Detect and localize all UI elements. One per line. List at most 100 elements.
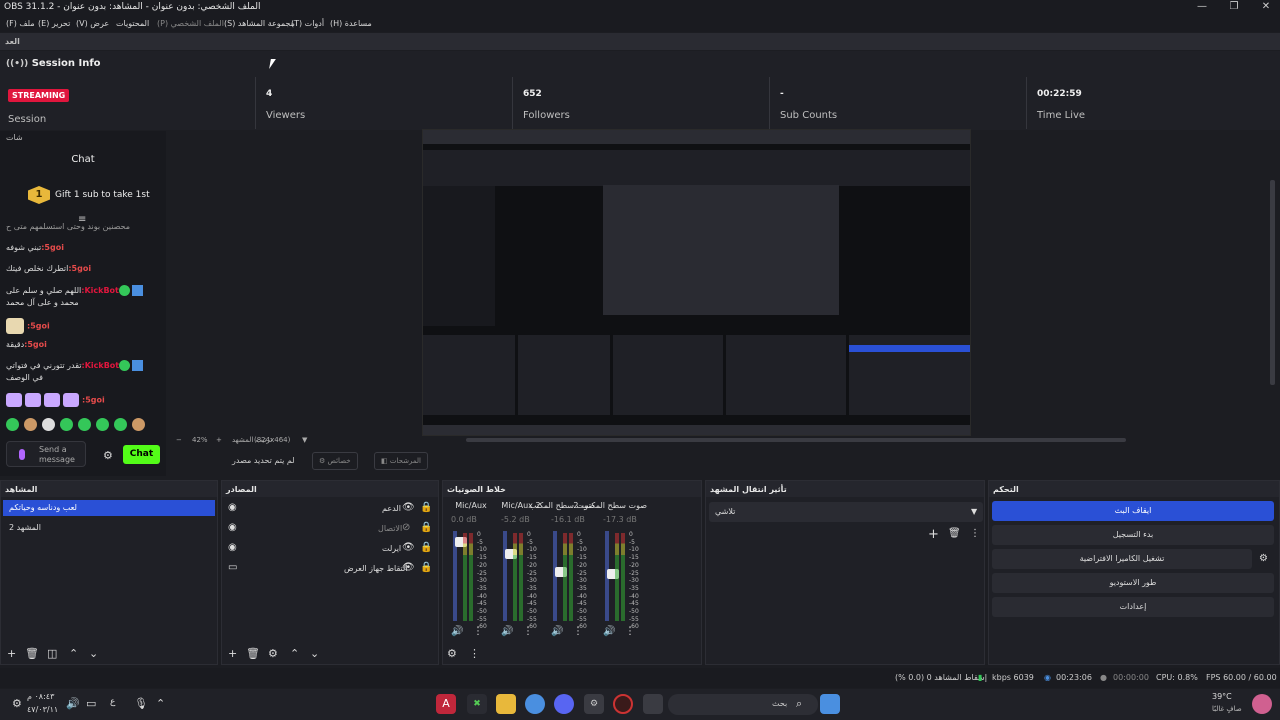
emote-icon[interactable]: [60, 418, 73, 431]
eye-hidden-icon[interactable]: ⊘: [402, 522, 410, 533]
emote-icon[interactable]: [24, 418, 37, 431]
lock-icon[interactable]: 🔒: [420, 502, 432, 513]
preview-horizontal-scrollbar[interactable]: [466, 438, 1126, 442]
volume-fader[interactable]: [503, 531, 517, 621]
mute-speaker-icon[interactable]: 🔊: [603, 626, 615, 637]
emote-icon[interactable]: [114, 418, 127, 431]
maximize-button[interactable]: ❐: [1218, 0, 1250, 16]
chat-username[interactable]: 5goi:: [24, 340, 47, 349]
scene-item[interactable]: المشهد 2: [9, 523, 41, 532]
virtual-camera-settings-gear-icon[interactable]: ⚙: [1259, 553, 1268, 564]
gift-sub-text[interactable]: Gift 1 sub to take 1st: [55, 190, 150, 200]
minimize-button[interactable]: —: [1186, 0, 1218, 16]
eye-icon[interactable]: 👁: [402, 502, 415, 513]
tray-overflow-icon[interactable]: ⌃: [156, 697, 165, 710]
xbox-icon[interactable]: ✖: [467, 694, 487, 714]
volume-icon[interactable]: 🔊: [66, 697, 80, 710]
source-item[interactable]: ايرلت: [382, 544, 401, 553]
mixer-advanced-icon[interactable]: ⚙: [447, 647, 457, 660]
menu-profile[interactable]: الملف الشخصي (P): [157, 19, 224, 28]
channel-menu-icon[interactable]: ⋮: [473, 626, 483, 637]
remove-source-icon[interactable]: 🗑: [246, 647, 260, 660]
obs-icon[interactable]: [613, 694, 633, 714]
scene-filters-icon[interactable]: ◫: [47, 647, 57, 660]
chat-send-button[interactable]: Chat: [123, 445, 160, 464]
studio-mode-button[interactable]: طور الاستوديو: [992, 573, 1274, 593]
mixer-menu-icon[interactable]: ⋮: [469, 647, 480, 660]
move-scene-up-icon[interactable]: ⌃: [69, 647, 78, 660]
scene-item[interactable]: لعب ودناسه وحياتكم: [3, 500, 215, 516]
lock-icon[interactable]: 🔒: [420, 542, 432, 553]
microphone-icon[interactable]: [19, 449, 25, 460]
move-scene-down-icon[interactable]: ⌄: [89, 647, 98, 660]
menu-docks[interactable]: المحتويات: [116, 19, 149, 28]
start-recording-button[interactable]: بدء التسجيل: [992, 525, 1274, 545]
channel-menu-icon[interactable]: ⋮: [573, 626, 583, 637]
preview-vertical-scrollbar[interactable]: [1270, 180, 1275, 385]
discord-icon[interactable]: [554, 694, 574, 714]
mute-speaker-icon[interactable]: 🔊: [501, 626, 513, 637]
channel-menu-icon[interactable]: ⋮: [625, 626, 635, 637]
input-language[interactable]: ع: [110, 697, 115, 707]
add-transition-icon[interactable]: +: [928, 527, 939, 542]
move-source-down-icon[interactable]: ⌄: [310, 647, 319, 660]
chat-username[interactable]: 5goi:: [27, 322, 50, 331]
emote-icon[interactable]: [96, 418, 109, 431]
move-source-up-icon[interactable]: ⌃: [290, 647, 299, 660]
app-icon-adobe[interactable]: A: [436, 694, 456, 714]
file-explorer-icon[interactable]: [496, 694, 516, 714]
emote-icon[interactable]: [42, 418, 55, 431]
start-virtual-camera-button[interactable]: تشغيل الكاميرا الافتراضية: [992, 549, 1252, 569]
source-item[interactable]: الاتصال: [378, 524, 402, 533]
settings-gear-icon[interactable]: ⚙: [12, 697, 22, 710]
clock-time[interactable]: ٠٨:٤٣ م: [27, 692, 54, 701]
program-preview[interactable]: [422, 129, 971, 436]
microphone-tray-icon[interactable]: 🎙: [134, 697, 148, 710]
chrome-icon[interactable]: [525, 694, 545, 714]
chat-username[interactable]: KickBot:: [81, 286, 119, 295]
emote-icon[interactable]: [6, 418, 19, 431]
app-window-icon[interactable]: [643, 694, 663, 714]
lock-icon[interactable]: 🔒: [420, 562, 432, 573]
add-scene-icon[interactable]: +: [7, 647, 16, 660]
chat-username[interactable]: 5goi:: [41, 243, 64, 252]
weather-temp[interactable]: 39°C: [1212, 692, 1232, 701]
resolution-dropdown-icon[interactable]: ▼: [302, 436, 307, 444]
transition-menu-icon[interactable]: ⋮: [970, 528, 980, 539]
weather-desc[interactable]: صافٍ غالبًا: [1212, 705, 1242, 713]
add-source-icon[interactable]: +: [228, 647, 237, 660]
lock-icon[interactable]: 🔒: [420, 522, 432, 533]
chat-username[interactable]: KickBot:: [81, 361, 119, 370]
zoom-in-icon[interactable]: +: [216, 436, 222, 444]
menu-scene-collection[interactable]: مجموعة المشاهد (S): [224, 19, 295, 28]
chat-username[interactable]: 5goi:: [82, 396, 105, 405]
emote-icon[interactable]: [78, 418, 91, 431]
menu-edit[interactable]: تحرير (E): [38, 19, 70, 28]
remove-scene-icon[interactable]: 🗑: [25, 647, 39, 660]
zoom-level[interactable]: 42%: [192, 436, 208, 444]
network-icon[interactable]: ▭: [86, 697, 96, 710]
settings-button[interactable]: إعدادات: [992, 597, 1274, 617]
transition-select[interactable]: تلاشي ▼: [709, 502, 983, 522]
chat-username[interactable]: 5goi:: [68, 264, 91, 273]
emote-icon[interactable]: [132, 418, 145, 431]
mute-speaker-icon[interactable]: 🔊: [551, 626, 563, 637]
close-button[interactable]: ✕: [1250, 0, 1280, 16]
taskbar-search[interactable]: بحث ⌕: [668, 694, 818, 715]
remove-transition-icon[interactable]: 🗑: [948, 528, 961, 539]
source-item[interactable]: الدعم: [382, 504, 401, 513]
source-item[interactable]: التقاط جهاز العرض: [344, 564, 408, 573]
menu-view[interactable]: عرض (V): [76, 19, 109, 28]
volume-fader[interactable]: [553, 531, 567, 621]
windows-start-icon[interactable]: [820, 694, 840, 714]
properties-button[interactable]: ⚙ خصائص: [312, 452, 358, 470]
menu-file[interactable]: ملف (F): [6, 19, 35, 28]
mute-speaker-icon[interactable]: 🔊: [451, 626, 463, 637]
source-properties-gear-icon[interactable]: ⚙: [268, 647, 278, 660]
stop-streaming-button[interactable]: ايقاف البث: [992, 501, 1274, 521]
clock-date[interactable]: ٤٧/٠٣/١١: [27, 705, 58, 714]
eye-icon[interactable]: 👁: [402, 562, 415, 573]
eye-icon[interactable]: 👁: [402, 542, 415, 553]
volume-fader[interactable]: [605, 531, 619, 621]
filters-button[interactable]: ◧ المرشحات: [374, 452, 428, 470]
